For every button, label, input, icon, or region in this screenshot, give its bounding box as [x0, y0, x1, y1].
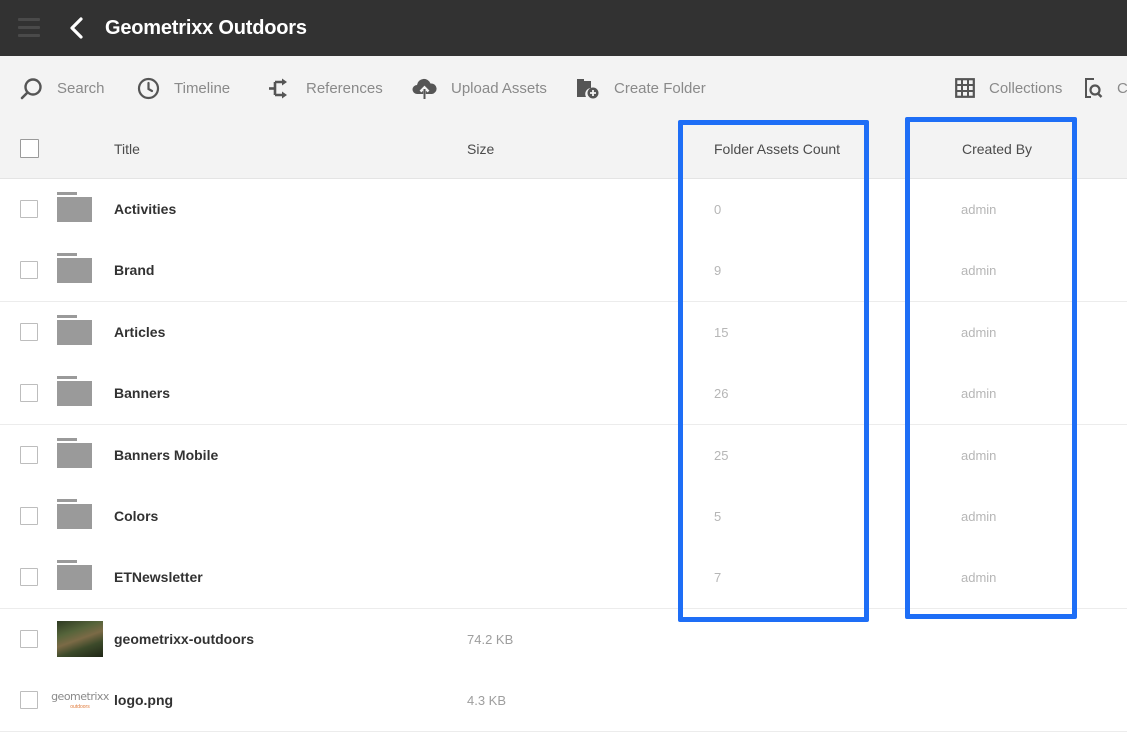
row-size: 74.2 KB: [467, 631, 514, 647]
folder-icon: [57, 499, 103, 535]
cut-off-button[interactable]: C: [1083, 56, 1127, 120]
row-size: 4.3 KB: [467, 693, 507, 709]
cloud-upload-icon: [412, 78, 437, 99]
column-title[interactable]: Title: [114, 120, 140, 178]
top-bar: Geometrixx Outdoors: [0, 0, 1127, 56]
document-search-icon: [1085, 78, 1103, 98]
logo-thumb-text: geometrixx: [51, 690, 109, 704]
grid-icon: [955, 78, 975, 98]
row-title[interactable]: Brand: [114, 240, 154, 301]
references-label: References: [306, 79, 383, 97]
collections-button[interactable]: Collections: [955, 56, 1062, 120]
row-title[interactable]: ETNewsletter: [114, 547, 203, 608]
row-title[interactable]: Colors: [114, 486, 158, 547]
row-checkbox[interactable]: [20, 507, 38, 525]
collections-label: Collections: [989, 79, 1063, 97]
timeline-label: Timeline: [174, 79, 231, 97]
cut-off-label: C: [1117, 79, 1127, 97]
logo-thumb-subtext: outdoors: [70, 704, 90, 711]
references-button[interactable]: References: [267, 56, 383, 120]
search-icon: [20, 77, 42, 99]
search-button[interactable]: Search: [20, 56, 105, 120]
row-title[interactable]: Activities: [114, 179, 176, 240]
row-checkbox[interactable]: [20, 200, 38, 218]
search-label: Search: [57, 79, 105, 97]
timeline-button[interactable]: Timeline: [137, 56, 230, 120]
upload-assets-label: Upload Assets: [451, 79, 547, 97]
page-title: Geometrixx Outdoors: [105, 17, 307, 39]
folder-icon: [57, 314, 103, 351]
references-icon: [269, 78, 287, 98]
image-thumbnail: [57, 620, 103, 657]
menu-icon[interactable]: [18, 18, 40, 38]
row-title[interactable]: Banners: [114, 363, 170, 424]
folder-icon: [57, 560, 103, 596]
select-all-checkbox[interactable]: [20, 139, 39, 158]
action-toolbar: Search Timeline References Upload Assets…: [0, 56, 1127, 120]
table-row[interactable]: geometrixx outdoors logo.png 4.3 KB: [0, 670, 1127, 733]
highlight-box-count: [678, 120, 869, 622]
logo-thumbnail: geometrixx outdoors: [51, 682, 109, 718]
row-checkbox[interactable]: [20, 384, 38, 403]
column-size[interactable]: Size: [467, 120, 494, 178]
folder-icon: [57, 253, 103, 289]
upload-assets-button[interactable]: Upload Assets: [412, 56, 547, 120]
row-checkbox[interactable]: [20, 445, 38, 464]
folder-icon: [57, 437, 103, 474]
folder-icon: [57, 376, 103, 412]
row-title[interactable]: Articles: [114, 302, 165, 363]
row-title[interactable]: Banners Mobile: [114, 425, 218, 486]
create-folder-button[interactable]: Create Folder: [576, 56, 706, 120]
create-folder-label: Create Folder: [614, 79, 706, 97]
create-folder-icon: [577, 79, 599, 99]
row-title[interactable]: logo.png: [114, 670, 173, 731]
clock-icon: [137, 77, 160, 99]
row-checkbox[interactable]: [20, 568, 38, 587]
row-checkbox[interactable]: [20, 629, 38, 648]
back-icon[interactable]: [66, 16, 86, 40]
folder-icon: [57, 192, 103, 228]
row-checkbox[interactable]: [20, 322, 38, 341]
row-title[interactable]: geometrixx-outdoors: [114, 609, 254, 670]
row-checkbox[interactable]: [20, 691, 38, 710]
highlight-box-created-by: [905, 117, 1077, 619]
row-checkbox[interactable]: [20, 261, 38, 280]
